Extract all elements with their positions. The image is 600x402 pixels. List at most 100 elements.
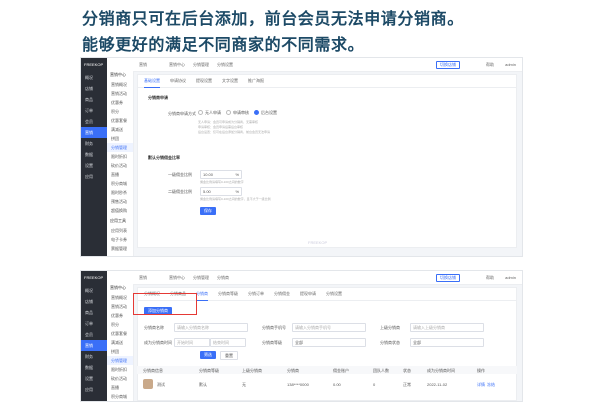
headline: 分销商只可在后台添加，前台会员无法申请分销商。 能够更好的满足不同商家的不同需求… [82, 6, 522, 58]
submenu-item[interactable]: 限时折扣 [107, 365, 133, 374]
sidebar-item[interactable]: 设置 [81, 160, 107, 171]
panel-tab[interactable]: 分销订单 [248, 288, 264, 300]
submenu-item[interactable]: 拼团 [107, 347, 133, 356]
reset-button[interactable]: 重置 [220, 351, 238, 360]
filter-input[interactable]: 请输入上级分销商 [410, 323, 484, 332]
row-status: 正常 [403, 382, 411, 387]
date-end-input[interactable]: 结束时间 [210, 338, 246, 347]
top-tab[interactable]: 分销商 [217, 275, 229, 280]
top-tab[interactable]: 营销中心 [169, 275, 185, 280]
filter-input[interactable]: 请输入分销商手机号 [292, 323, 366, 332]
sidebar-item[interactable]: 会员 [81, 329, 107, 340]
level2-label: 二级佣金比例 [168, 189, 192, 194]
submenu-item[interactable]: 拼团 [107, 134, 133, 143]
radio-label: 申请审核 [233, 110, 249, 115]
filter-select[interactable]: 全部 [410, 338, 484, 347]
sidebar-item[interactable]: 财务 [81, 138, 107, 149]
switch-store-button[interactable]: 切换店铺 [436, 61, 460, 69]
help-link[interactable]: 帮助 [486, 62, 494, 68]
submenu-item[interactable]: 直播 [107, 170, 133, 179]
submenu-item[interactable]: 砍价活动 [107, 374, 133, 383]
help-link[interactable]: 帮助 [486, 275, 494, 281]
panel-tab[interactable]: 申请协议 [170, 75, 186, 87]
panel-tab[interactable]: 分销商等级 [218, 288, 238, 300]
submenu-item[interactable]: 分销管理 [107, 356, 133, 365]
submenu-item[interactable]: 营销概况 [107, 80, 133, 89]
switch-store-button[interactable]: 切换店铺 [436, 274, 460, 282]
submenu-item[interactable]: 积分 [107, 320, 133, 329]
submenu-item[interactable]: 营销活动 [107, 89, 133, 98]
radio-dot [198, 110, 203, 116]
panel-tab[interactable]: 分销设置 [326, 288, 342, 300]
submenu-item[interactable]: 限时折扣 [107, 152, 133, 161]
submenu-item[interactable]: 电子卡券 [107, 235, 133, 244]
save-button[interactable]: 保存 [200, 207, 216, 215]
sidebar-item[interactable]: 订单 [81, 105, 107, 116]
sidebar-item[interactable]: 应用 [81, 171, 107, 182]
submenu-item[interactable]: 优惠套餐 [107, 116, 133, 125]
submenu-item[interactable]: 票据管理 [107, 244, 133, 253]
submenu-item[interactable]: 分销管理 [107, 143, 133, 152]
top-tab[interactable]: 分销管理 [193, 275, 209, 280]
panel-tab[interactable]: 分销商 [196, 288, 208, 301]
top-tab[interactable]: 营销中心 [169, 62, 185, 67]
level2-input[interactable]: 5.00% [200, 187, 242, 196]
sidebar-item[interactable]: 会员 [81, 116, 107, 127]
sidebar-item[interactable]: 店铺 [81, 296, 107, 307]
submenu-item[interactable]: 直播 [107, 383, 133, 392]
panel-tab[interactable]: 分销佣金 [274, 288, 290, 300]
level1-label: 一级佣金比例 [168, 172, 192, 177]
sidebar-item[interactable]: 设置 [81, 373, 107, 384]
submenu-item[interactable]: 积分 [107, 107, 133, 116]
apply-radio[interactable]: 申请审核 [226, 110, 249, 116]
sidebar-item[interactable]: 应用 [81, 384, 107, 395]
sidebar-item[interactable]: 概况 [81, 285, 107, 296]
row-freeze-link[interactable]: 冻结 [487, 382, 495, 388]
submenu-item[interactable]: 营销概况 [107, 293, 133, 302]
screenshot-settings: FREEKOP 概况 店铺 商品 订单 会员 营销 财务 数据 设置 应用 营销中心 营销概况 营销… [80, 57, 523, 257]
sidebar-item[interactable]: 营销 [81, 127, 107, 138]
user-menu[interactable]: admin [505, 275, 516, 280]
panel-tab[interactable]: 文字设置 [222, 75, 238, 87]
submenu-item[interactable]: 应用列表 [107, 226, 133, 235]
apply-note: 申请审核：会员申请后需后台审核 [198, 125, 244, 129]
row-detail-link[interactable]: 详情 [477, 382, 485, 388]
search-button[interactable]: 筛选 [200, 351, 216, 359]
sidebar-item[interactable]: 财务 [81, 351, 107, 362]
apply-radio[interactable]: 无人申请 [198, 110, 221, 116]
submenu-item[interactable]: 优惠套餐 [107, 329, 133, 338]
top-tab[interactable]: 分销管理 [193, 62, 209, 67]
table-row: 测试 默认 无 138****0000 0.00 0 正常 2022-11-02… [137, 374, 517, 401]
sidebar-item[interactable]: 数据 [81, 149, 107, 160]
panel-tab[interactable]: 推广海报 [248, 75, 264, 87]
submenu-item[interactable]: 满减送 [107, 338, 133, 347]
submenu-item[interactable]: 积分商城 [107, 179, 133, 188]
sidebar-item[interactable]: 数据 [81, 362, 107, 373]
sidebar-item[interactable]: 店铺 [81, 83, 107, 94]
sidebar-item[interactable]: 营销 [81, 340, 107, 351]
user-menu[interactable]: admin [505, 62, 516, 67]
panel-tab[interactable]: 提现申请 [300, 288, 316, 300]
apply-radio[interactable]: 后台设置 [254, 110, 277, 116]
submenu-item[interactable]: 限时秒杀 [107, 188, 133, 197]
submenu-item[interactable]: 优惠券 [107, 98, 133, 107]
submenu-item[interactable]: 预售活动 [107, 197, 133, 206]
submenu-item[interactable]: 超值换购 [107, 206, 133, 215]
level1-input[interactable]: 10.00% [200, 170, 242, 179]
date-start-input[interactable]: 开始时间 [174, 338, 210, 347]
top-tab[interactable]: 分销设置 [217, 62, 233, 67]
panel-tab[interactable]: 提现设置 [196, 75, 212, 87]
panel-tab[interactable]: 基础设置 [144, 75, 160, 88]
sidebar-item[interactable]: 商品 [81, 307, 107, 318]
submenu-item[interactable]: 营销活动 [107, 302, 133, 311]
sidebar-item[interactable]: 商品 [81, 94, 107, 105]
filter-select[interactable]: 全部 [292, 338, 366, 347]
filter-placeholder: 请输入上级分销商 [413, 325, 445, 330]
sidebar-item[interactable]: 订单 [81, 318, 107, 329]
submenu-item[interactable]: 满减送 [107, 125, 133, 134]
sidebar-item[interactable]: 概况 [81, 72, 107, 83]
submenu-item[interactable]: 砍价活动 [107, 161, 133, 170]
submenu-group-title: 营销中心 [110, 285, 126, 290]
filter-input[interactable]: 请输入分销商名称 [174, 323, 248, 332]
submenu-item[interactable]: 优惠券 [107, 311, 133, 320]
